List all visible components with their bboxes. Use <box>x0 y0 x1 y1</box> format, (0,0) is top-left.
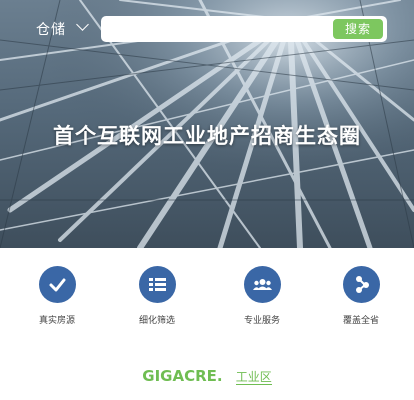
feature-province-coverage[interactable]: 覆盖全省 <box>321 266 401 326</box>
footer-logo: GIGACRE. 工业区 <box>0 366 414 385</box>
city-selector[interactable]: 仓储 <box>36 19 66 39</box>
feature-label: 细化筛选 <box>138 316 175 326</box>
list-icon <box>138 266 176 303</box>
brand-name: GIGACRE. <box>142 367 223 385</box>
search-button[interactable]: 搜索 <box>333 19 383 39</box>
brand-subtitle[interactable]: 工业区 <box>235 370 272 385</box>
check-icon <box>38 266 76 303</box>
hero-slogan: 首个互联网工业地产招商生态圈 <box>53 124 361 148</box>
share-icon <box>342 266 380 303</box>
feature-label: 覆盖全省 <box>342 316 379 326</box>
feature-refined-filter[interactable]: 细化筛选 <box>117 266 197 326</box>
search-box: 搜索 <box>101 16 387 42</box>
chevron-down-icon[interactable] <box>76 18 89 31</box>
feature-real-listings[interactable]: 真实房源 <box>17 266 97 326</box>
feature-list: 真实房源 细化筛选 专业服务 覆盖全省 <box>0 266 414 336</box>
group-icon <box>243 266 281 303</box>
feature-label: 专业服务 <box>243 316 280 326</box>
top-bar: 仓储 搜索 <box>0 0 414 56</box>
search-input[interactable] <box>101 16 321 42</box>
hero-banner: 仓储 搜索 首个互联网工业地产招商生态圈 <box>0 0 414 248</box>
feature-label: 真实房源 <box>38 316 75 326</box>
feature-pro-service[interactable]: 专业服务 <box>222 266 302 326</box>
